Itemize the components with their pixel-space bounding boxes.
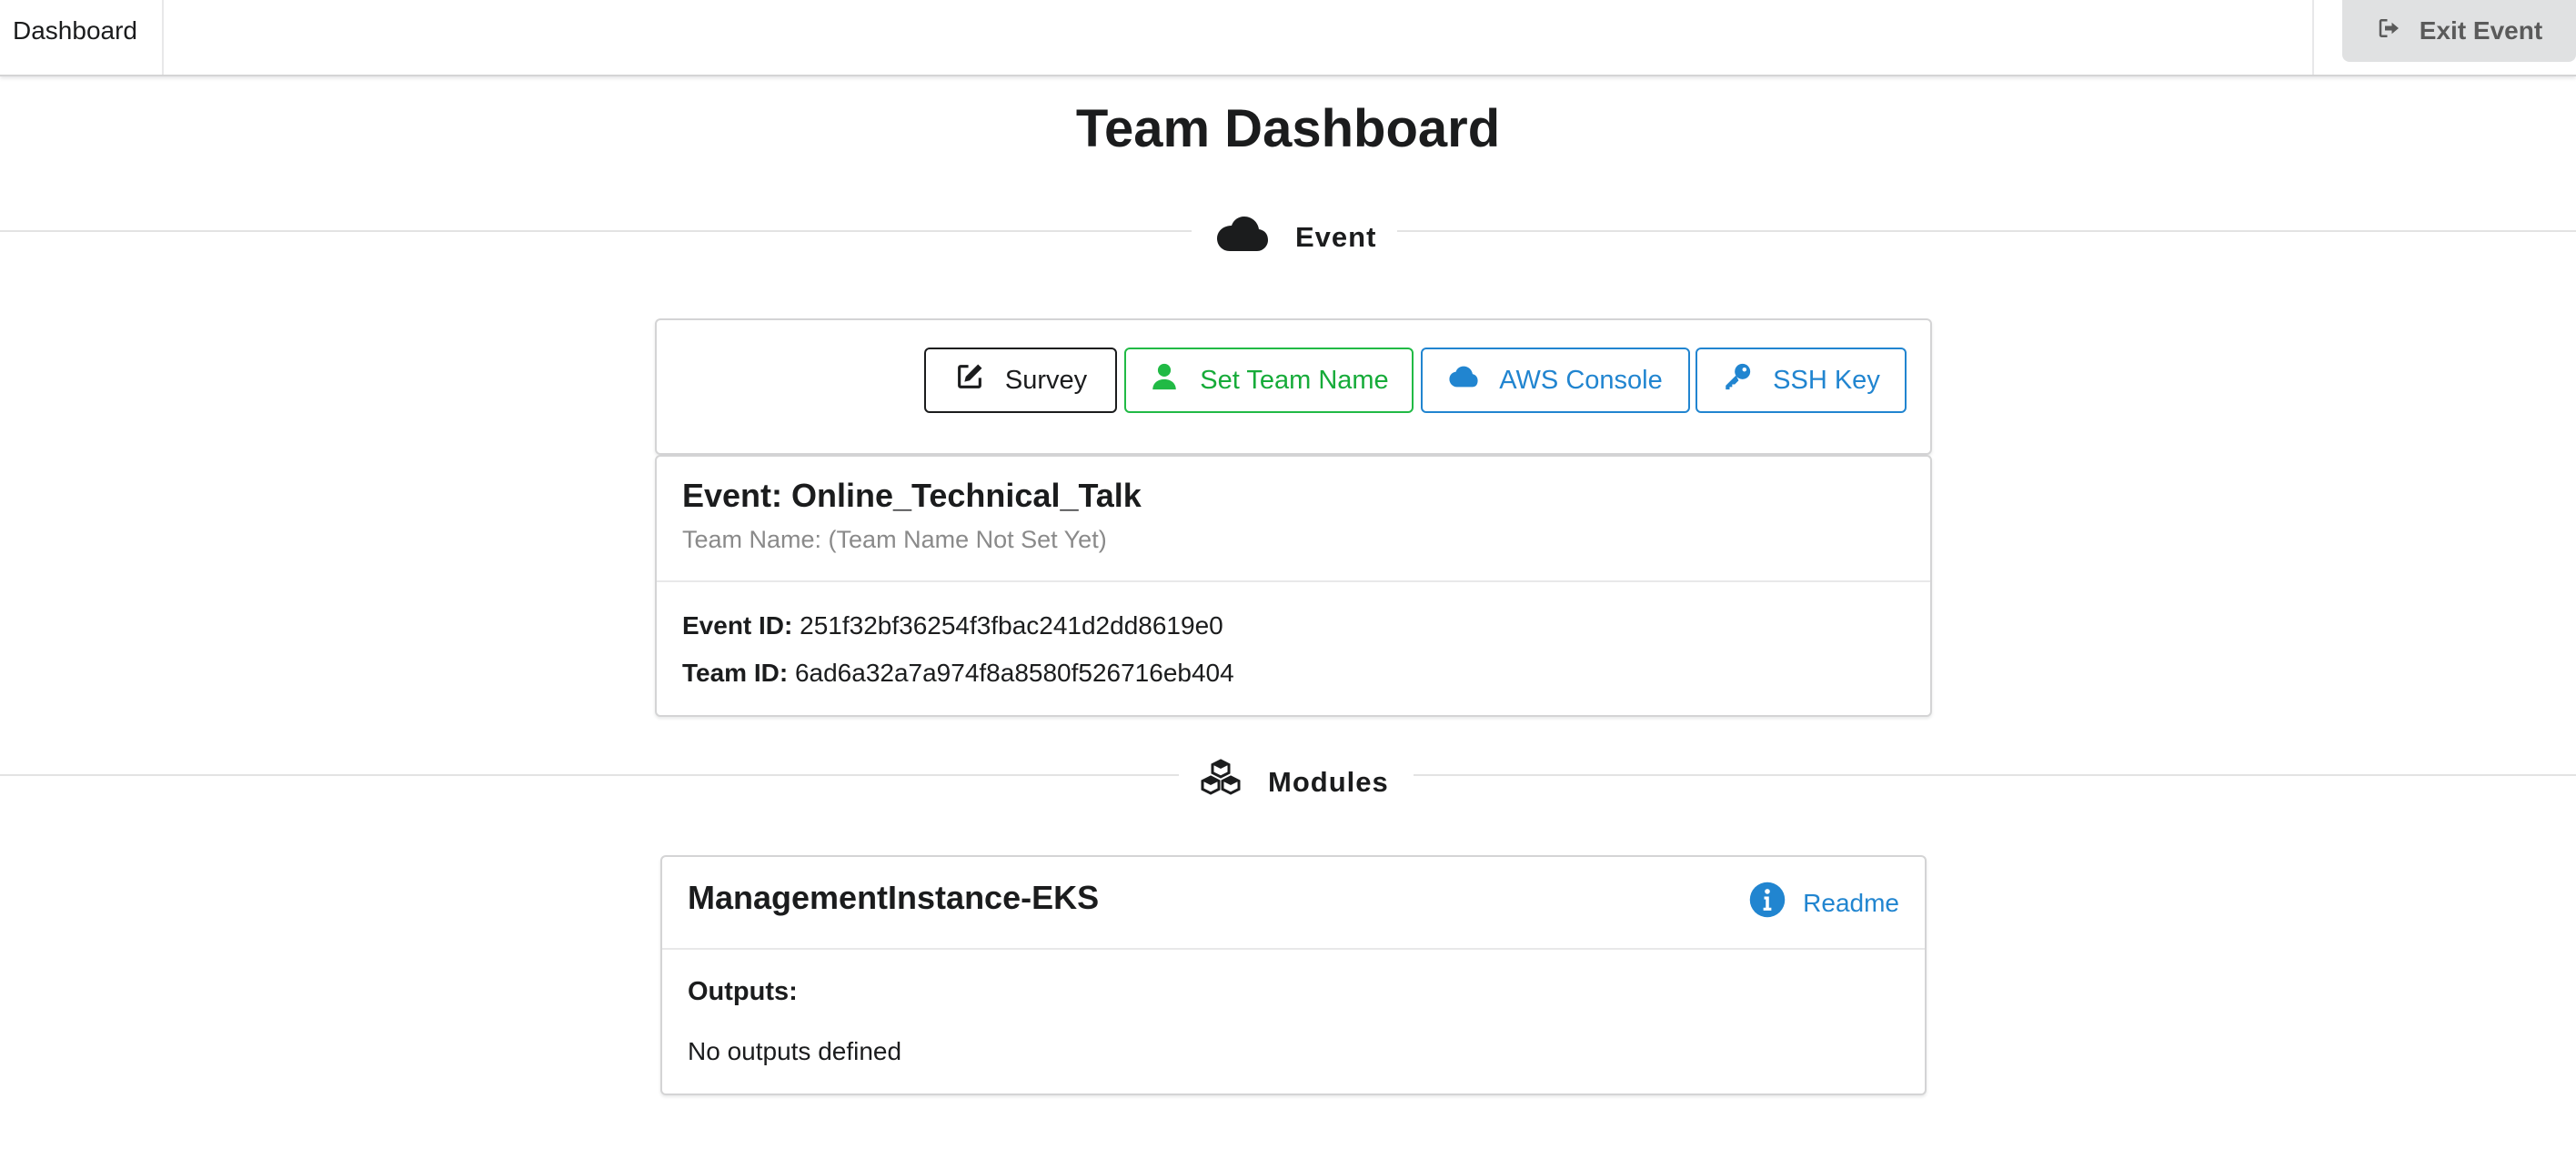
ssh-key-label: SSH Key xyxy=(1773,365,1880,395)
event-section-label: Event xyxy=(1295,221,1377,253)
module-card: ManagementInstance-EKS Readme Outputs: N… xyxy=(660,855,1927,1095)
event-section-divider: Event xyxy=(0,215,2576,253)
set-team-name-label: Set Team Name xyxy=(1200,365,1389,395)
top-menu-bar: Dashboard Exit Event xyxy=(0,0,2576,76)
event-info-card: Event: Online_Technical_Talk Team Name: … xyxy=(655,455,1932,717)
edit-icon xyxy=(954,361,985,399)
ssh-key-button[interactable]: SSH Key xyxy=(1696,348,1907,413)
team-name-text: Team Name: (Team Name Not Set Yet) xyxy=(682,526,1107,553)
cloud-icon xyxy=(1448,361,1479,399)
card-divider xyxy=(662,948,1925,950)
survey-label: Survey xyxy=(1004,365,1088,395)
event-id-label: Event ID: xyxy=(682,611,793,640)
page-title: Team Dashboard xyxy=(1075,99,1501,158)
key-icon xyxy=(1722,361,1753,399)
menu-divider xyxy=(2312,0,2314,75)
no-outputs-text: No outputs defined xyxy=(688,1037,902,1065)
dashboard-menu-item[interactable]: Dashboard xyxy=(0,0,164,75)
actions-card: Survey Set Team Name AWS Console SSH Key xyxy=(655,318,1932,455)
event-id-row: Event ID: 251f32bf36254f3fbac241d2dd8619… xyxy=(682,611,1223,640)
team-id-row: Team ID: 6ad6a32a7a974f8a8580f526716eb40… xyxy=(682,659,1234,688)
module-title: ManagementInstance-EKS xyxy=(688,879,1100,916)
readme-link[interactable]: Readme xyxy=(1748,881,1899,925)
exit-event-button[interactable]: Exit Event xyxy=(2342,0,2576,62)
team-id-label: Team ID: xyxy=(682,659,789,687)
user-icon xyxy=(1149,361,1180,399)
sign-out-icon xyxy=(2376,15,2403,48)
event-title: Event: Online_Technical_Talk xyxy=(682,477,1142,514)
readme-label: Readme xyxy=(1803,888,1899,917)
cloud-icon xyxy=(1215,215,1270,260)
cubes-icon xyxy=(1199,759,1243,806)
team-id-value: 6ad6a32a7a974f8a8580f526716eb404 xyxy=(794,659,1234,687)
aws-console-button[interactable]: AWS Console xyxy=(1421,348,1690,413)
event-id-value: 251f32bf36254f3fbac241d2dd8619e0 xyxy=(800,611,1223,640)
info-circle-icon xyxy=(1748,881,1786,925)
survey-button[interactable]: Survey xyxy=(924,348,1117,413)
exit-event-label: Exit Event xyxy=(2419,16,2543,45)
aws-console-label: AWS Console xyxy=(1499,365,1663,395)
outputs-label: Outputs: xyxy=(688,977,798,1006)
set-team-name-button[interactable]: Set Team Name xyxy=(1124,348,1414,413)
modules-section-divider: Modules xyxy=(0,759,2576,798)
card-divider xyxy=(657,580,1930,582)
modules-section-label: Modules xyxy=(1268,766,1389,798)
